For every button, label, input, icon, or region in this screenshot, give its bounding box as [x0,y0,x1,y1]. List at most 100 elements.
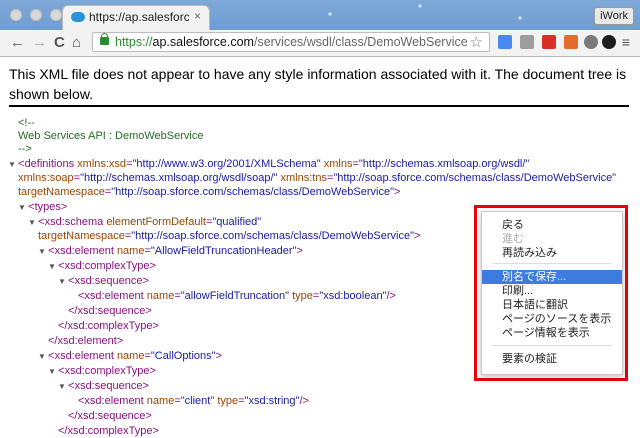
xml-line: </xsd:sequence> [68,410,152,423]
xml-line[interactable]: ▼ <xsd:element name="AllowFieldTruncatio… [38,245,303,258]
collapse-arrow-icon[interactable]: ▼ [8,160,18,169]
xml-tag-token: /> [386,290,396,302]
xml-comment-token: --> [18,143,32,155]
close-window-button[interactable] [10,9,22,21]
xml-line[interactable]: ▼ <xsd:complexType> [48,260,156,273]
xml-line: --> [18,143,32,156]
xml-line: xmlns:soap="http://schemas.xmlsoap.org/w… [18,172,616,185]
xml-tag-token: /> [299,395,309,407]
context-menu-item[interactable]: ページ情報を表示 [482,326,622,340]
xml-line: <xsd:element name="allowFieldTruncation"… [78,290,396,303]
collapse-arrow-icon[interactable]: ▼ [48,262,58,271]
xml-tag-token: > [393,186,401,198]
xml-line[interactable]: ▼ <xsd:schema elementFormDefault="qualif… [28,216,261,229]
xml-line[interactable]: ▼ <xsd:element name="CallOptions"> [38,350,222,363]
xml-attr-token: elementFormDefault [106,216,206,228]
xml-tag-token: </xsd:sequence> [68,305,152,317]
salesforce-cloud-icon [71,12,85,22]
xml-val-token: "AllowFieldTruncationHeader" [150,245,297,257]
xml-val-token: "http://soap.sforce.com/schemas/class/De… [131,230,414,242]
url-text: https://ap.salesforce.com/services/wsdl/… [115,35,468,49]
xml-val-token: "allowFieldTruncation" [180,290,290,302]
browser-tab[interactable]: https://ap.salesforce.com/s × [62,5,210,30]
home-icon[interactable]: ⌂ [72,34,81,52]
forward-arrow-icon[interactable]: → [32,34,47,52]
collapse-arrow-icon[interactable]: ▼ [38,247,48,256]
xml-comment-token: <!-- [18,117,35,129]
profile-label[interactable]: iWork [594,7,634,25]
xml-line: </xsd:sequence> [68,305,152,318]
context-menu-item[interactable]: 日本語に翻訳 [482,298,622,312]
collapse-arrow-icon[interactable]: ▼ [18,203,28,212]
collapse-arrow-icon[interactable]: ▼ [38,352,48,361]
xml-tag-token: <xsd:element [48,350,117,362]
back-arrow-icon[interactable]: ← [10,34,25,52]
chrome-menu-icon[interactable]: ≡ [622,34,630,50]
context-menu-item[interactable]: 再読み込み [482,246,622,260]
xml-line[interactable]: ▼ <types> [18,201,67,214]
xml-attr-token: type [214,395,239,407]
window-titlebar: https://ap.salesforce.com/s × iWork [0,0,640,30]
xml-attr-token: xmlns [320,158,353,170]
xml-line[interactable]: ▼ <definitions xmlns:xsd="http://www.w3.… [8,158,529,171]
xml-tag-token: <xsd:schema [38,216,107,228]
xml-val-token: "http://www.w3.org/2001/XMLSchema" [132,158,321,170]
zoom-window-button[interactable] [50,9,62,21]
extension-icon-2[interactable] [564,35,578,49]
context-menu-item[interactable]: ページのソースを表示 [482,312,622,326]
address-bar[interactable]: https://ap.salesforce.com/services/wsdl/… [92,32,490,52]
context-menu-item[interactable]: 要素の検証 [482,352,622,366]
xml-line[interactable]: ▼ <xsd:complexType> [48,365,156,378]
xml-val-token: "client" [180,395,215,407]
url-host: ap.salesforce.com [152,35,254,49]
xml-tag-token: <types> [28,201,68,213]
banner-divider [9,105,629,107]
extension-icon[interactable] [520,35,534,49]
extension-icon-4[interactable] [602,35,616,49]
reload-icon[interactable]: C [54,34,65,52]
context-menu-item[interactable]: 別名で保存... [482,270,622,284]
context-menu-item: 進む [502,233,524,245]
xml-tag-token: </xsd:element> [48,335,124,347]
context-menu-item[interactable]: 印刷... [482,284,622,298]
xml-attr-token: name [116,350,145,362]
xml-tag-token: > [215,350,223,362]
collapse-arrow-icon[interactable]: ▼ [58,382,68,391]
minimize-window-button[interactable] [30,9,42,21]
xml-val-token: "http://soap.sforce.com/schemas/class/De… [333,172,617,184]
xml-line[interactable]: ▼ <xsd:sequence> [58,380,149,393]
xml-tag-token: </xsd:complexType> [58,425,159,437]
xml-val-token: "xsd:boolean" [319,290,387,302]
gmail-extension-icon[interactable] [542,35,556,49]
extension-icon-3[interactable] [584,35,598,49]
xml-tag-token: <xsd:element [78,395,147,407]
tab-close-icon[interactable]: × [194,9,201,23]
xml-line: <xsd:element name="client" type="xsd:str… [78,395,309,408]
xml-val-token: "http://soap.sforce.com/schemas/class/De… [111,186,394,198]
xml-tag-token: </xsd:complexType> [58,320,159,332]
xml-line[interactable]: ▼ <xsd:sequence> [58,275,149,288]
context-menu-item[interactable]: 戻る [482,218,622,232]
collapse-arrow-icon[interactable]: ▼ [28,218,38,227]
lock-icon [100,33,109,45]
xml-attr-token: xmlns:xsd [77,158,127,170]
xml-tag-token: <xsd:sequence> [68,380,149,392]
window-controls [10,9,62,21]
xml-tag-token: <xsd:sequence> [68,275,149,287]
translate-extension-icon[interactable] [498,35,512,49]
xml-val-token: "xsd:string" [244,395,300,407]
collapse-arrow-icon[interactable]: ▼ [58,277,68,286]
xml-tag-token: <xsd:element [48,245,117,257]
xml-attr-token: xmlns:tns [277,172,327,184]
collapse-arrow-icon[interactable]: ▼ [48,367,58,376]
xml-val-token: "http://schemas.xmlsoap.org/wsdl/soap/" [80,172,278,184]
xml-line: </xsd:element> [48,335,123,348]
xml-val-token: "http://schemas.xmlsoap.org/wsdl/" [358,158,530,170]
xml-tag-token: <xsd:complexType> [58,365,156,377]
xml-tag-token: </xsd:sequence> [68,410,152,422]
xml-attr-token: name [146,395,175,407]
xml-line: Web Services API : DemoWebService [18,130,203,143]
bookmark-star-icon[interactable]: ☆ [470,33,483,51]
xml-attr-token: type [289,290,313,302]
browser-toolbar: ← → C ⌂ https://ap.salesforce.com/servic… [0,30,640,57]
